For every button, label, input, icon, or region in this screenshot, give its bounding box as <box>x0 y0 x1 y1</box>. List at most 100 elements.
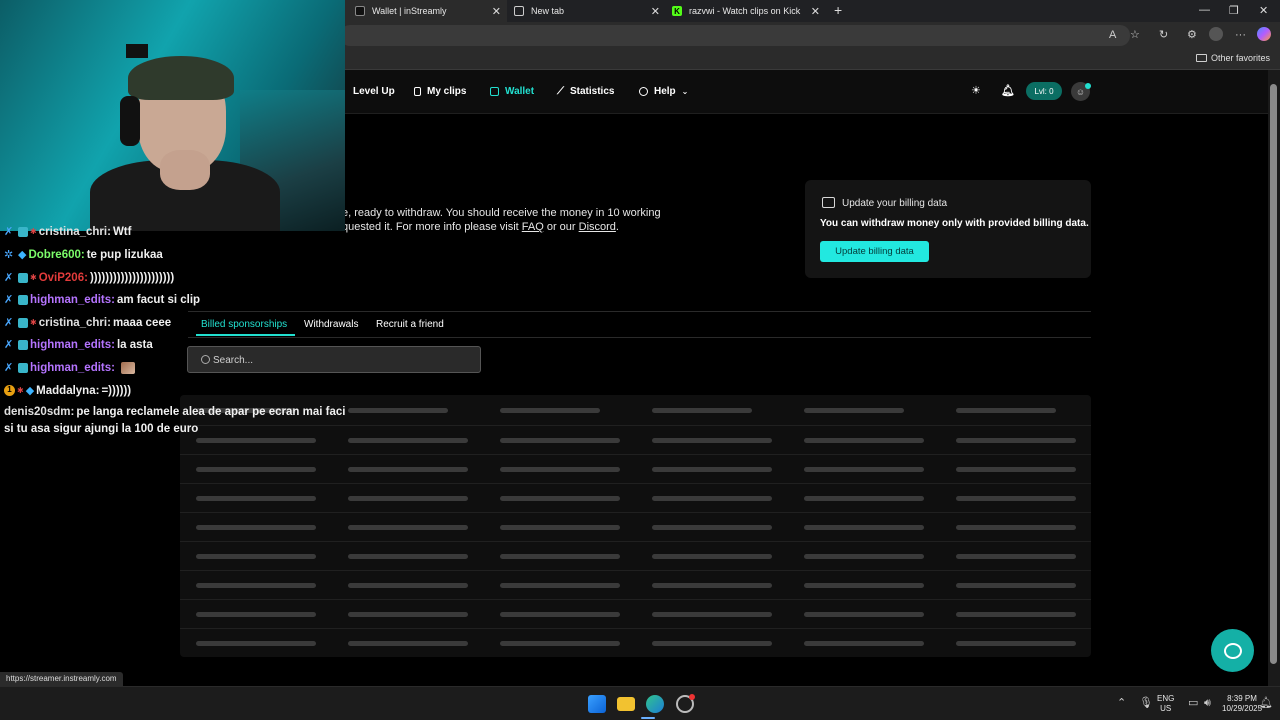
nav-level-up[interactable]: Level Up <box>353 86 395 97</box>
skeleton-cell <box>196 554 316 559</box>
minimize-icon[interactable]: — <box>1199 4 1210 16</box>
billing-title: Update your billing data <box>842 198 948 209</box>
file-explorer-icon[interactable] <box>617 697 635 711</box>
tray-chevron-up-icon[interactable]: ⌃ <box>1117 697 1126 709</box>
support-chat-button[interactable] <box>1211 629 1254 672</box>
favorite-star-icon[interactable]: ☆ <box>1130 29 1140 41</box>
chat-username[interactable]: cristina_chri: <box>39 226 111 238</box>
chat-username[interactable]: highman_edits: <box>30 294 115 306</box>
other-favorites-label: Other favorites <box>1210 53 1270 63</box>
table-row <box>180 628 1091 656</box>
nav-my-clips[interactable]: My clips <box>414 86 466 97</box>
search-input[interactable] <box>213 352 463 368</box>
tab-billed-sponsorships[interactable]: Billed sponsorships <box>201 319 287 330</box>
nav-statistics[interactable]: ⟋ Statistics <box>557 86 614 97</box>
skeleton-cell <box>196 525 316 530</box>
microphone-icon[interactable]: 🎙︎ <box>1139 697 1153 709</box>
close-tab-icon[interactable]: ✕ <box>492 5 501 18</box>
profile-icon[interactable] <box>1209 27 1223 41</box>
skeleton-cell <box>956 583 1076 588</box>
subscriber-badge-icon <box>18 339 28 350</box>
update-billing-button[interactable]: Update billing data <box>820 241 929 262</box>
nav-label: Level Up <box>353 86 395 97</box>
chat-username[interactable]: cristina_chri: <box>39 317 111 329</box>
new-tab-button[interactable]: + <box>834 2 842 18</box>
faq-link[interactable]: FAQ <box>522 221 544 233</box>
skeleton-cell <box>196 641 316 646</box>
skeleton-cell <box>804 438 924 443</box>
level-badge[interactable]: Lvl: 0 <box>1026 82 1062 100</box>
tab-withdrawals[interactable]: Withdrawals <box>304 319 358 330</box>
notifications-icon[interactable]: 🔔︎ <box>1259 697 1273 709</box>
skeleton-cell <box>348 408 448 413</box>
other-favorites[interactable]: Other favorites <box>1195 53 1270 63</box>
tab-kick[interactable]: K razvwi - Watch clips on Kick ✕ <box>672 0 824 22</box>
chat-username[interactable]: Dobre600: <box>28 249 84 261</box>
clock[interactable]: 8:39 PM 10/29/2025 <box>1222 694 1262 714</box>
nav-wallet[interactable]: Wallet <box>490 86 534 97</box>
table-row <box>180 512 1091 540</box>
skeleton-cell <box>956 525 1076 530</box>
notifications-bell-icon[interactable]: 🔔︎ <box>1001 84 1015 97</box>
nav-help[interactable]: Help ⌄ <box>639 86 688 97</box>
wallet-icon <box>490 87 499 96</box>
wallet-info-text-part: quested it. For more info please visit <box>342 221 522 233</box>
chat-text: am facut si clip <box>116 293 201 306</box>
subscriber-badge-icon <box>18 294 28 305</box>
edge-browser-icon[interactable] <box>646 695 664 713</box>
volume-icon[interactable]: 🔊︎ <box>1204 697 1211 709</box>
chat-text: )))))))))))))))))))))) <box>89 271 175 284</box>
close-tab-icon[interactable]: ✕ <box>651 5 660 18</box>
extensions-icon[interactable]: ⚙ <box>1187 29 1197 41</box>
chat-username[interactable]: highman_edits: <box>30 362 115 374</box>
red-star-badge-icon: ✱ <box>30 273 37 282</box>
webcam-wall-sticker <box>126 44 148 58</box>
close-window-icon[interactable]: ✕ <box>1259 4 1268 17</box>
tab-wallet[interactable]: Wallet | inStreamly ✕ <box>345 0 507 22</box>
read-aloud-icon[interactable]: A <box>1109 29 1116 41</box>
chat-username[interactable]: denis20sdm: <box>4 406 74 418</box>
tab-recruit-a-friend[interactable]: Recruit a friend <box>376 319 444 330</box>
wallet-info-line1: e, ready to withdraw. You should receive… <box>342 207 661 219</box>
sponsorships-table-loading <box>180 395 1091 657</box>
region-label: US <box>1160 704 1172 713</box>
tab-new-tab[interactable]: New tab ✕ <box>512 0 664 22</box>
skeleton-cell <box>500 525 620 530</box>
date-label: 10/29/2025 <box>1222 704 1263 713</box>
subscriber-badge-icon <box>18 362 28 373</box>
chat-username[interactable]: Maddalyna: <box>36 385 99 397</box>
webcam-person-cap <box>128 56 234 100</box>
start-windows-icon[interactable] <box>588 695 606 713</box>
close-tab-icon[interactable]: ✕ <box>811 5 820 18</box>
wallet-info-text-part: or our <box>543 221 579 233</box>
skeleton-cell <box>652 525 772 530</box>
copilot-icon[interactable] <box>1257 27 1271 41</box>
restore-icon[interactable]: ❐ <box>1229 4 1239 17</box>
more-icon[interactable]: ··· <box>1235 29 1246 41</box>
tab-label: New tab <box>531 6 565 16</box>
webcam-person-hand <box>160 150 210 190</box>
scrollbar-thumb[interactable] <box>1270 84 1277 664</box>
cube-badge-icon: ◆ <box>18 249 27 261</box>
avatar-status-dot <box>1085 83 1091 89</box>
skeleton-cell <box>348 467 468 472</box>
skeleton-cell <box>196 496 316 501</box>
chat-username[interactable]: OviP206: <box>39 272 88 284</box>
theme-toggle-icon[interactable]: ☀ <box>971 84 981 97</box>
refresh-icon[interactable]: ↻ <box>1159 29 1168 41</box>
subscriber-badge-icon <box>18 272 28 283</box>
skeleton-cell <box>196 583 316 588</box>
skeleton-cell <box>196 438 316 443</box>
skeleton-cell <box>500 496 620 501</box>
display-icon[interactable]: ▭ <box>1188 697 1198 709</box>
notification-dot <box>689 694 695 700</box>
divider <box>188 311 1091 312</box>
chat-username[interactable]: highman_edits: <box>30 339 115 351</box>
skeleton-cell <box>956 641 1076 646</box>
search-box[interactable] <box>187 346 481 373</box>
language-indicator[interactable]: ENG US <box>1157 694 1174 714</box>
nav-label: Statistics <box>570 86 615 97</box>
url-field[interactable] <box>340 25 1130 46</box>
discord-link[interactable]: Discord <box>579 221 616 233</box>
skeleton-cell <box>500 612 620 617</box>
